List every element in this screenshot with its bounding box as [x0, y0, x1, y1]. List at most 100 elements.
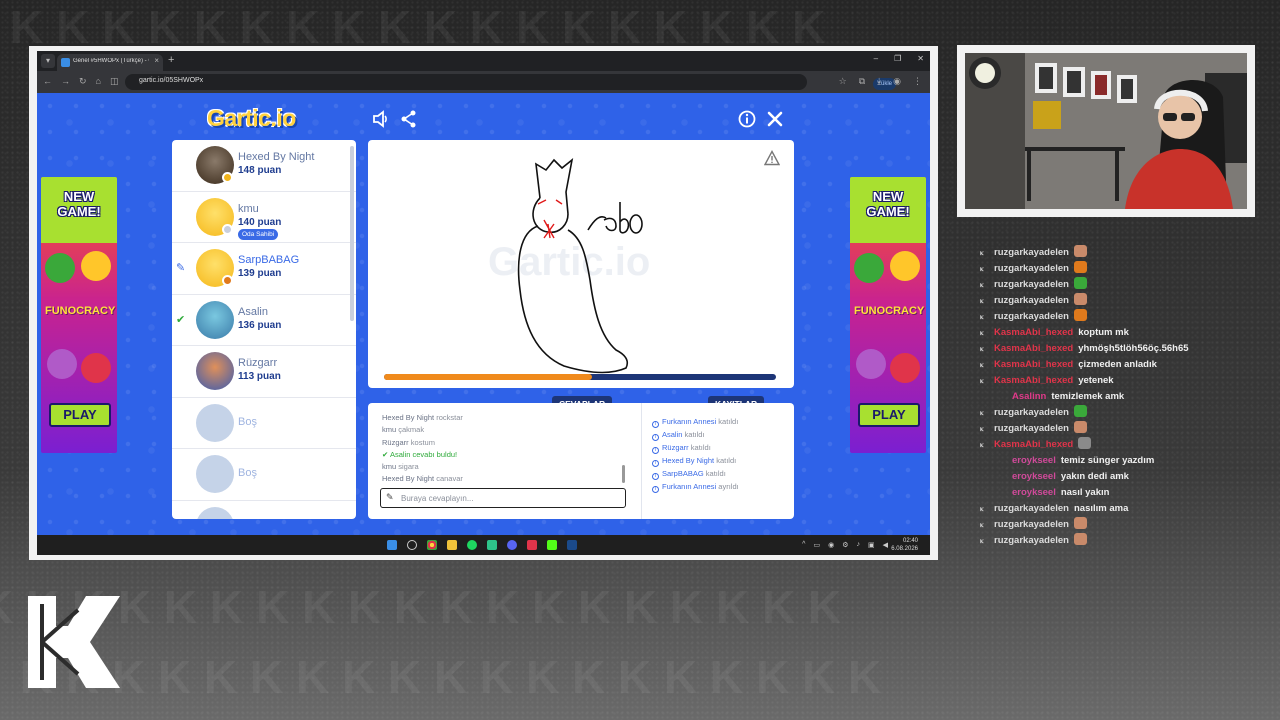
browser-tab[interactable]: Genel #5HWOPx (Türkçe) - Gar ×	[57, 54, 163, 71]
chat-username[interactable]: ruzgarkayadelen	[994, 423, 1069, 434]
app-icon[interactable]	[527, 540, 537, 550]
log-box: i Furkanın Annesi katıldı i Asalin katıldı…	[641, 403, 794, 519]
gartic-logo[interactable]: Gartic.io	[207, 105, 323, 133]
app-icon[interactable]	[487, 540, 497, 550]
chat-username[interactable]: KasmaAbi_hexed	[994, 359, 1073, 370]
player-row[interactable]: Hexed By Night 148 puan	[172, 140, 356, 192]
tab-close-icon[interactable]: ×	[154, 56, 159, 65]
chat-username[interactable]: KasmaAbi_hexed	[994, 327, 1073, 338]
tray-app-icon[interactable]: ◉	[828, 541, 834, 549]
discord-icon[interactable]	[507, 540, 517, 550]
chat-username[interactable]: ruzgarkayadelen	[994, 295, 1069, 306]
chat-username[interactable]: eroykseel	[1012, 471, 1056, 482]
chat-badge-icon: ⲕ	[980, 280, 984, 289]
answer-input-field[interactable]: ✎	[380, 488, 626, 508]
answer-input[interactable]	[401, 491, 621, 505]
chat-username[interactable]: ruzgarkayadelen	[994, 407, 1069, 418]
chat-message: ⲕ KasmaAbi_hexed çizmeden anladık	[980, 357, 1280, 373]
network-icon[interactable]: ▣	[868, 541, 875, 549]
split-view-icon[interactable]: ◫	[110, 76, 119, 87]
ad-play-button[interactable]: PLAY	[49, 403, 111, 427]
chat-username[interactable]: eroykseel	[1012, 455, 1056, 466]
report-warning-icon[interactable]	[764, 150, 780, 166]
drawing-canvas[interactable]: Gartic.io	[368, 140, 794, 388]
share-icon[interactable]	[399, 109, 419, 129]
menu-kebab-icon[interactable]: ⋮	[913, 76, 922, 87]
kick-logo-icon	[28, 596, 120, 688]
info-icon[interactable]	[737, 109, 757, 129]
player-score: 140 puan	[238, 216, 282, 228]
start-windows-icon[interactable]	[387, 540, 397, 550]
maximize-icon[interactable]: ❐	[894, 54, 901, 63]
address-bar[interactable]: gartic.io/05SHWOPx Yükle	[125, 74, 897, 90]
chat-badge-icon: ⲕ	[980, 408, 984, 417]
tab-search-button[interactable]: ▾	[41, 54, 55, 68]
ad-character-icon	[890, 251, 920, 281]
new-tab-button[interactable]: +	[168, 54, 174, 66]
close-window-icon[interactable]: ✕	[917, 54, 924, 63]
player-row[interactable]: ✔ Asalin 136 puan	[172, 295, 356, 346]
bookmark-star-icon[interactable]: ☆	[839, 76, 847, 87]
chat-username[interactable]: ruzgarkayadelen	[994, 519, 1069, 530]
player-score: 136 puan	[238, 319, 282, 331]
answers-box: Hexed By Night rockstar kmu çakmak Rüzga…	[368, 403, 641, 519]
kick-icon[interactable]	[547, 540, 557, 550]
profile-icon[interactable]: ◉	[893, 76, 901, 87]
info-icon: i	[652, 473, 659, 480]
player-row[interactable]: Rüzgarr 113 puan	[172, 346, 356, 398]
close-icon[interactable]	[765, 109, 785, 129]
back-icon[interactable]: ←	[43, 76, 52, 87]
chat-username[interactable]: KasmaAbi_hexed	[994, 343, 1073, 354]
empty-slot-label: Boş	[238, 467, 257, 479]
microphone-icon[interactable]: ♪	[856, 541, 860, 549]
chat-username[interactable]: Asalinn	[1012, 391, 1046, 402]
chat-username[interactable]: ruzgarkayadelen	[994, 503, 1069, 514]
chat-message: ⲕ KasmaAbi_hexed koptum mk	[980, 325, 1280, 341]
volume-icon[interactable]: ◀	[883, 541, 888, 549]
ad-banner-left[interactable]: NEW GAME! FUNOCRACY PLAY	[41, 177, 117, 453]
sound-icon[interactable]	[371, 109, 391, 129]
chat-username[interactable]: ruzgarkayadelen	[994, 263, 1069, 274]
screen-capture-frame: ▾ Genel #5HWOPx (Türkçe) - Gar × + – ❐ ✕…	[29, 46, 938, 560]
ad-banner-right[interactable]: NEW GAME! FUNOCRACY PLAY	[850, 177, 926, 453]
player-name: Hexed By Night	[238, 151, 315, 163]
chat-username[interactable]: KasmaAbi_hexed	[994, 375, 1073, 386]
spotify-icon[interactable]	[467, 540, 477, 550]
ad-play-button[interactable]: PLAY	[858, 403, 920, 427]
tray-app-icon[interactable]: ⚙	[842, 541, 848, 549]
chat-emote-icon	[1073, 517, 1087, 529]
file-explorer-icon[interactable]	[447, 540, 457, 550]
reload-icon[interactable]: ↻	[79, 76, 87, 87]
forward-icon[interactable]: →	[61, 76, 70, 87]
empty-avatar-icon	[196, 403, 234, 442]
minimize-icon[interactable]: –	[874, 54, 878, 63]
tray-chevron-icon[interactable]: ^	[802, 541, 805, 549]
download-icon[interactable]: ⤓	[877, 76, 881, 87]
chat-username[interactable]: ruzgarkayadelen	[994, 247, 1069, 258]
answer-item: kmu sigara	[382, 461, 622, 473]
drawing-pencil-icon: ✎	[176, 262, 186, 274]
chat-text: koptum mk	[1078, 327, 1129, 338]
chrome-icon[interactable]	[427, 540, 437, 550]
extensions-icon[interactable]: ⧉	[859, 76, 865, 87]
chat-username[interactable]: KasmaAbi_hexed	[994, 439, 1073, 450]
drawing-strokes	[517, 158, 643, 374]
steam-icon[interactable]	[567, 540, 577, 550]
chat-username[interactable]: eroykseel	[1012, 487, 1056, 498]
answer-user: Hexed By Night	[382, 413, 435, 422]
player-row[interactable]: kmu 140 puan Oda Sahibi	[172, 192, 356, 243]
chat-message: ⲕ ruzgarkayadelen	[980, 405, 1280, 421]
answers-scrollbar[interactable]	[622, 465, 625, 483]
search-icon[interactable]	[407, 540, 417, 550]
tray-app-icon[interactable]: ▭	[813, 541, 820, 549]
chat-message: ⲕ ruzgarkayadelen	[980, 277, 1280, 293]
player-row[interactable]: ✎ SarpBABAG 139 puan	[172, 243, 356, 295]
clock-time: 02:40	[902, 538, 918, 544]
players-scrollbar[interactable]	[350, 146, 354, 321]
chat-username[interactable]: ruzgarkayadelen	[994, 311, 1069, 322]
chat-username[interactable]: ruzgarkayadelen	[994, 535, 1069, 546]
chat-username[interactable]: ruzgarkayadelen	[994, 279, 1069, 290]
taskbar-clock[interactable]: 02:40 6.08.2026	[891, 537, 918, 553]
chat-badge-icon: ⲕ	[980, 536, 984, 545]
home-icon[interactable]: ⌂	[96, 76, 101, 87]
